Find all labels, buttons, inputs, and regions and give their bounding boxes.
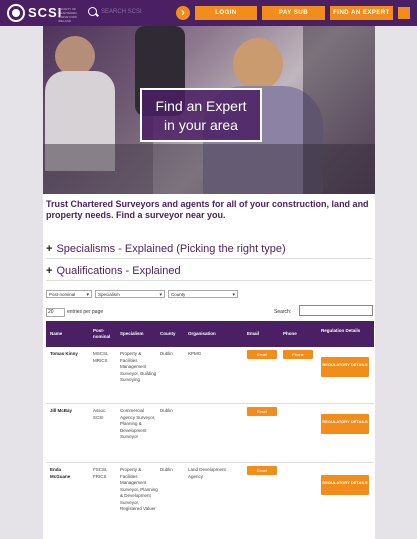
accordion-specialisms[interactable]: + Specialisms - Explained (Picking the ri… xyxy=(46,240,372,259)
row-specialism: Commercial Agency Surveyor, Planning & D… xyxy=(120,408,156,439)
intro-text: Trust Chartered Surveyors and agents for… xyxy=(46,199,369,220)
top-navigation-bar: SCSI SOCIETY OF CHARTERED SURVEYORS IREL… xyxy=(0,0,417,26)
row-name: Jill McBay xyxy=(50,408,73,413)
row-organisation: KPMG xyxy=(188,351,202,356)
hero-right-shadow xyxy=(303,26,375,194)
row-postnominal: Assoc. SCSI xyxy=(93,408,107,420)
table-row: Enda McGuane FSCSI, FRICS Property & Fac… xyxy=(46,463,374,539)
search-go-button[interactable]: › xyxy=(176,6,190,20)
col-specialism[interactable]: Specialism xyxy=(120,331,144,337)
col-phone[interactable]: Phone xyxy=(283,331,297,337)
col-email[interactable]: Email xyxy=(247,331,259,337)
col-name[interactable]: Name xyxy=(50,331,62,337)
row-specialism: Property & Facilities Management Surveyo… xyxy=(120,467,158,511)
specialism-filter-select[interactable]: Specialism xyxy=(95,290,165,299)
table-search-input[interactable] xyxy=(299,305,373,316)
entries-select[interactable]: 20 xyxy=(46,308,65,317)
search-icon[interactable] xyxy=(88,7,97,16)
accordion-qualifications[interactable]: + Qualifications - Explained xyxy=(46,262,372,281)
table-row: Jill McBay Assoc. SCSI Commercial Agency… xyxy=(46,404,374,463)
hero-title-line2: in your area xyxy=(164,117,238,133)
brand-tagline: SOCIETY OF CHARTERED SURVEYORS IRELAND xyxy=(58,7,77,23)
table-search-label: Search: xyxy=(274,309,292,315)
regulatory-details-button[interactable]: REGULATORY DETAILS xyxy=(321,414,369,434)
table-row: Tomas Kinny MSCSI, MRICS Property & Faci… xyxy=(46,347,374,404)
col-organisation[interactable]: Organisation xyxy=(188,331,216,337)
hero-title-line1: Find an Expert xyxy=(155,98,247,114)
accordion-specialisms-label: Specialisms - Explained (Picking the rig… xyxy=(56,243,286,255)
find-an-expert-button[interactable]: FIND AN EXPERT xyxy=(330,6,393,20)
email-button[interactable]: Email xyxy=(247,350,277,359)
hero-person-head-right xyxy=(233,38,283,90)
accordion-qualifications-label: Qualifications - Explained xyxy=(56,265,181,277)
row-postnominal: MSCSI, MRICS xyxy=(93,351,109,363)
col-regulation[interactable]: Regulation Details xyxy=(321,328,361,334)
search-input[interactable]: SEARCH SCSI xyxy=(101,9,142,15)
phone-button[interactable]: Phone xyxy=(283,350,313,359)
plus-icon: + xyxy=(46,265,53,277)
county-filter-select[interactable]: County xyxy=(168,290,238,299)
hero-person-head-left xyxy=(55,36,95,76)
regulatory-details-button[interactable]: REGULATORY DETAILS xyxy=(321,475,369,495)
row-organisation: Land Development Agency xyxy=(188,467,226,479)
scsi-logo-icon[interactable] xyxy=(7,4,25,22)
row-specialism: Property & Facilities Management Surveyo… xyxy=(120,351,157,382)
row-postnominal: FSCSI, FRICS xyxy=(93,467,108,479)
hero-title-box: Find an Expert in your area xyxy=(140,88,262,142)
col-postnominal[interactable]: Post-nominal xyxy=(93,328,115,340)
col-county[interactable]: County xyxy=(160,331,176,337)
email-button[interactable]: Email xyxy=(247,466,277,475)
table-header: Name Post-nominal Specialism County Orga… xyxy=(46,321,374,347)
entries-label: entries per page xyxy=(67,309,104,315)
row-county: Dublin xyxy=(160,351,173,356)
email-button[interactable]: Email xyxy=(247,407,277,416)
row-name: Tomas Kinny xyxy=(50,351,78,356)
hero-image: Find an Expert in your area xyxy=(43,26,375,194)
pay-sub-button[interactable]: PAY SUB xyxy=(262,6,325,20)
plus-icon: + xyxy=(46,243,53,255)
row-name: Enda McGuane xyxy=(50,467,71,479)
entries-per-page: 20 entries per page xyxy=(46,308,103,317)
postnominal-filter-select[interactable]: Post-nominal xyxy=(46,290,92,299)
regulatory-details-button[interactable]: REGULATORY DETAILS xyxy=(321,357,369,377)
menu-icon[interactable] xyxy=(398,7,410,19)
row-county: Dublin xyxy=(160,467,173,472)
login-button[interactable]: LOGIN xyxy=(195,6,257,20)
main-content: Find an Expert in your area Trust Charte… xyxy=(43,26,375,539)
row-county: Dublin xyxy=(160,408,173,413)
